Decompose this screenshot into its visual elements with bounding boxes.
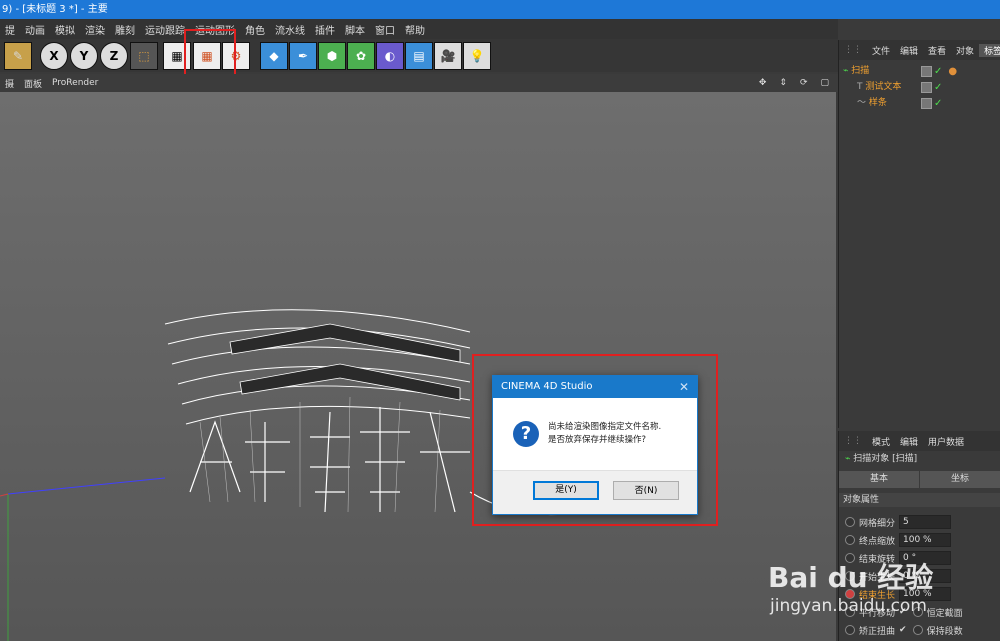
om-tab-edit[interactable]: 编辑 [895,44,923,57]
baidu-watermark-logo: Bai du 经验 [768,561,934,594]
move-view-icon[interactable]: ✥ [754,78,772,88]
zoom-view-icon[interactable]: ⇕ [774,78,792,88]
camera-icon[interactable]: 🎥 [434,42,462,70]
text-icon: T [857,82,863,92]
coordinate-system-icon[interactable]: ⬚ [130,42,158,70]
keyframe-radio[interactable] [845,535,855,545]
viewport-menubar: 摄 面板 ProRender ✥ ⇕ ⟳ ▢ [0,74,838,92]
menu-item[interactable]: 渲染 [80,22,110,37]
om-tab-view[interactable]: 查看 [923,44,951,57]
menu-item[interactable]: 模拟 [50,22,80,37]
subdivision-icon[interactable]: ⬢ [318,42,346,70]
cloner-icon[interactable]: ✿ [347,42,375,70]
spline-icon: 〜 [857,98,867,108]
window-title: 9) - [未标题 3 *] - 主要 [0,0,1000,19]
baidu-watermark-url: jingyan.baidu.com [770,596,927,616]
object-row-controls: ✓ [921,80,942,94]
sweep-icon: ⌁ [843,66,849,76]
deformer-icon[interactable]: ◐ [376,42,404,70]
prop-row: 终点缩放 100 % [845,532,952,548]
dialog-message: 尚未给渲染图像指定文件名称. 是否放弃保存并继续操作? [548,422,662,445]
question-icon: ? [513,421,539,447]
menu-item[interactable]: 雕刻 [110,22,140,37]
prop-value-field[interactable]: 100 % [899,533,952,547]
prop-value-field[interactable]: 5 [899,515,952,529]
yes-button[interactable]: 是(Y) [533,481,599,500]
layer-icon[interactable] [921,97,932,109]
layer-icon[interactable] [921,65,932,77]
object-manager-tabs: ⋮⋮ 文件 编辑 查看 对象 标签 [839,40,1000,60]
maximize-view-icon[interactable]: ▢ [815,78,834,88]
sweep-icon: ⌁ [845,454,851,464]
menu-item[interactable]: 窗口 [370,22,400,37]
keyframe-radio[interactable] [912,625,923,635]
section-header: 对象属性 [839,493,1000,507]
viewport-menu-item[interactable]: ProRender [47,78,103,88]
attr-tab-edit[interactable]: 编辑 [895,435,923,448]
floor-icon[interactable]: ▤ [405,42,433,70]
main-menubar: 提 动画 模拟 渲染 雕刻 运动跟踪 运动图形 角色 流水线 插件 脚本 窗口 … [0,19,838,39]
checkbox-checked-icon[interactable]: ✔ [899,625,907,635]
menu-item[interactable]: 流水线 [270,22,310,37]
cube-icon[interactable]: ◆ [260,42,288,70]
z-axis-lock-button[interactable]: Z [100,42,128,70]
keyframe-radio[interactable] [845,625,855,635]
y-axis-lock-button[interactable]: Y [70,42,98,70]
om-tab-tags[interactable]: 标签 [979,43,1000,57]
no-button[interactable]: 否(N) [613,481,679,500]
dialog-titlebar: CINEMA 4D Studio ✕ [493,376,697,398]
prop-row: 网格细分 5 [845,514,952,530]
om-tab-file[interactable]: 文件 [867,44,895,57]
live-select-icon[interactable]: ✎ [4,42,32,70]
object-row-controls: ✓ ● [921,64,957,78]
x-axis-lock-button[interactable]: X [40,42,68,70]
close-icon[interactable]: ✕ [679,376,689,398]
attr-subtab-coord[interactable]: 坐标 [920,471,1000,488]
check-row: 矫正扭曲 ✔ 保持段数 [845,622,963,638]
attr-tab-mode[interactable]: 模式 [867,435,895,448]
viewport-nav-icons: ✥ ⇕ ⟳ ▢ [754,74,834,92]
menu-item[interactable]: 插件 [310,22,340,37]
object-row-text[interactable]: T 测试文本 [857,80,901,94]
enabled-check-icon[interactable]: ✓ [934,98,942,109]
enabled-check-icon[interactable]: ✓ [934,82,942,93]
menu-item[interactable]: 运动跟踪 [140,22,190,37]
attr-subtab-basic[interactable]: 基本 [839,471,919,488]
attr-tab-userdata[interactable]: 用户数据 [923,435,969,448]
enabled-check-icon[interactable]: ✓ [934,66,942,77]
viewport-menu-item[interactable]: 面板 [19,77,47,90]
light-icon[interactable]: 💡 [463,42,491,70]
pen-icon[interactable]: ✒ [289,42,317,70]
menu-item[interactable]: 帮助 [400,22,430,37]
layer-icon[interactable] [921,81,932,93]
viewport-menu-item[interactable]: 摄 [0,77,19,90]
attribute-subtabs: 基本 坐标 [839,471,1000,488]
object-row-spline[interactable]: 〜 样条 [857,96,887,110]
dialog-body: ? 尚未给渲染图像指定文件名称. 是否放弃保存并继续操作? [493,398,697,470]
menu-item[interactable]: 动画 [20,22,50,37]
object-row-controls: ✓ [921,96,942,110]
object-manager: ⋮⋮ 文件 编辑 查看 对象 标签 ⌁ 扫描 ✓ ● T 测试文本 ✓ 〜 样条… [838,40,1000,428]
phong-tag-icon[interactable]: ● [948,66,957,77]
attribute-tabs: ⋮⋮ 模式 编辑 用户数据 [839,431,1000,451]
menu-item[interactable]: 角色 [240,22,270,37]
om-tab-objects[interactable]: 对象 [951,44,979,57]
keyframe-radio[interactable] [845,517,855,527]
menu-item[interactable]: 脚本 [340,22,370,37]
confirm-dialog: CINEMA 4D Studio ✕ ? 尚未给渲染图像指定文件名称. 是否放弃… [492,375,698,515]
dialog-footer: 是(Y) 否(N) [493,470,697,514]
rotate-view-icon[interactable]: ⟳ [795,78,813,88]
attribute-object-title: ⌁ 扫描对象 [扫描] [845,454,918,464]
menu-item[interactable]: 提 [0,22,20,37]
object-row-sweep[interactable]: ⌁ 扫描 [843,64,869,78]
